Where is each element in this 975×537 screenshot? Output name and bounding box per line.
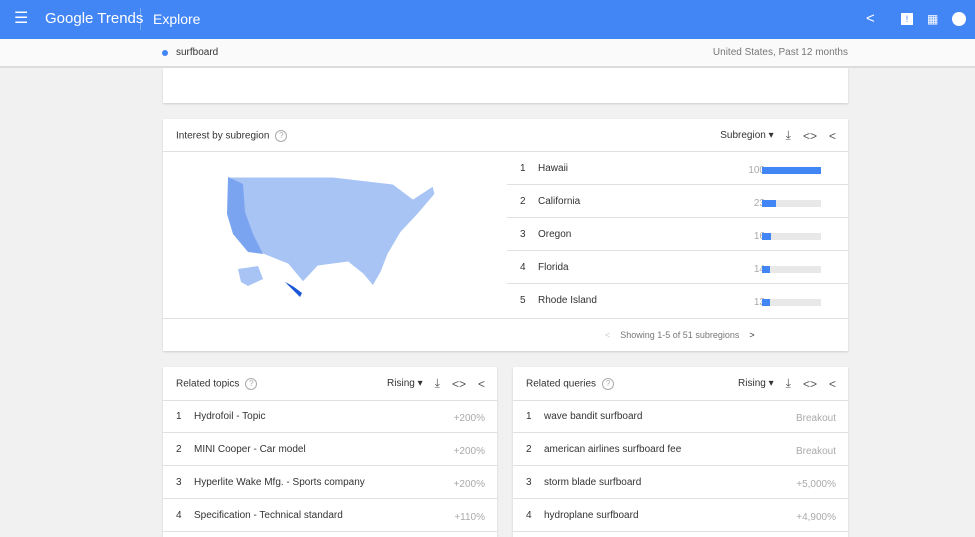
- rising-dropdown[interactable]: Rising ▾: [738, 378, 774, 389]
- rank: 2: [520, 196, 526, 207]
- search-term-bar: surfboard United States, Past 12 months: [0, 39, 975, 68]
- value-bar: [762, 200, 821, 207]
- term-color-dot: [162, 50, 168, 56]
- help-icon[interactable]: ?: [602, 378, 615, 390]
- page-title: Explore: [153, 11, 201, 27]
- embed-icon[interactable]: <>: [452, 377, 466, 391]
- search-context: United States, Past 12 months: [712, 47, 848, 58]
- query-name: wave bandit surfboard: [544, 411, 643, 422]
- interest-by-subregion-card: Interest by subregion? Subregion ▾ ⤓ <> …: [163, 119, 848, 351]
- value-bar: [762, 233, 821, 240]
- embed-icon[interactable]: <>: [803, 129, 817, 143]
- share-icon[interactable]: <: [478, 377, 485, 391]
- list-item[interactable]: 1 wave bandit surfboard Breakout: [513, 400, 848, 433]
- rank: 3: [526, 477, 532, 488]
- dropdown-label: Subregion: [720, 130, 766, 141]
- rank: 2: [526, 444, 532, 455]
- value: +5,000%: [796, 479, 836, 490]
- next-page-icon[interactable]: >: [749, 330, 754, 340]
- app-header: ☰ Google Trends Explore < ! ▦: [0, 0, 975, 39]
- feedback-icon[interactable]: !: [901, 13, 913, 25]
- rank: 3: [176, 477, 182, 488]
- rank: 2: [176, 444, 182, 455]
- rank: 4: [526, 510, 532, 521]
- download-icon[interactable]: ⤓: [786, 376, 791, 391]
- list-item[interactable]: 4 Specification - Technical standard +110%: [163, 499, 497, 532]
- list-item[interactable]: 1 Hydrofoil - Topic +200%: [163, 400, 497, 433]
- region-name: Florida: [538, 262, 569, 273]
- download-icon[interactable]: ⤓: [435, 376, 440, 391]
- region-name: Oregon: [538, 229, 572, 240]
- region-name: Hawaii: [538, 163, 569, 174]
- query-name: storm blade surfboard: [544, 477, 642, 488]
- subregion-dropdown[interactable]: Subregion ▾: [720, 130, 773, 141]
- list-item[interactable]: 4 Florida 14: [507, 251, 848, 284]
- list-item[interactable]: 4 hydroplane surfboard +4,900%: [513, 499, 848, 532]
- topic-name: Hyperlite Wake Mfg. - Sports company: [194, 477, 365, 488]
- list-item[interactable]: 3 Oregon 16: [507, 218, 848, 251]
- list-item[interactable]: 2 California 23: [507, 185, 848, 218]
- value: +4,900%: [796, 512, 836, 523]
- value: +200%: [453, 446, 485, 457]
- topic-name: Specification - Technical standard: [194, 510, 343, 521]
- value-bar: [762, 167, 821, 174]
- value-bar: [762, 299, 821, 306]
- query-name: american airlines surfboard fee: [544, 444, 682, 455]
- list-item[interactable]: 3 Hyperlite Wake Mfg. - Sports company +20…: [163, 466, 497, 499]
- embed-icon[interactable]: <>: [803, 377, 817, 391]
- us-map[interactable]: [223, 174, 473, 299]
- related-topics-card: Related topics? Rising ▾ ⤓ <> < 1 Hydrofo…: [163, 367, 497, 537]
- list-item[interactable]: 3 storm blade surfboard +5,000%: [513, 466, 848, 499]
- rank: 1: [520, 163, 526, 174]
- list-item[interactable]: 2 MINI Cooper - Car model +200%: [163, 433, 497, 466]
- related-queries-card: Related queries? Rising ▾ ⤓ <> < 1 wave b…: [513, 367, 848, 537]
- region-name: Rhode Island: [538, 295, 597, 306]
- dropdown-label: Rising: [738, 378, 766, 389]
- share-icon[interactable]: <: [829, 129, 836, 143]
- value: +200%: [453, 479, 485, 490]
- card-title: Interest by subregion: [176, 130, 270, 142]
- value: Breakout: [795, 446, 836, 457]
- rank: 3: [520, 229, 526, 240]
- download-icon[interactable]: ⤓: [786, 128, 791, 143]
- value-bar: [762, 266, 821, 273]
- pagination: < Showing 1-5 of 51 subregions >: [605, 330, 755, 340]
- value: +110%: [454, 512, 485, 523]
- rising-dropdown[interactable]: Rising ▾: [387, 378, 423, 389]
- help-icon[interactable]: ?: [245, 378, 258, 390]
- menu-icon[interactable]: ☰: [14, 11, 28, 27]
- apps-grid-icon[interactable]: ▦: [927, 10, 938, 28]
- rank: 4: [176, 510, 182, 521]
- pagination-text: Showing 1-5 of 51 subregions: [620, 330, 740, 340]
- card-title: Related topics: [176, 378, 240, 390]
- app-logo[interactable]: Google Trends: [45, 10, 143, 27]
- list-item[interactable]: 5 Rhode Island 13: [507, 284, 848, 317]
- topic-name: Hydrofoil - Topic: [194, 411, 266, 422]
- share-icon[interactable]: <: [829, 377, 836, 391]
- card-title: Related queries: [526, 378, 597, 390]
- top-card: [163, 68, 848, 103]
- help-icon[interactable]: ?: [275, 130, 288, 142]
- value: +200%: [453, 413, 485, 424]
- list-item[interactable]: 2 american airlines surfboard fee Breakout: [513, 433, 848, 466]
- account-avatar-icon[interactable]: [952, 12, 966, 26]
- value: Breakout: [795, 413, 836, 424]
- divider: [140, 8, 141, 30]
- rank: 4: [520, 262, 526, 273]
- search-term[interactable]: surfboard: [176, 47, 218, 58]
- rank: 1: [176, 411, 182, 422]
- rank: 5: [520, 295, 526, 306]
- topic-name: MINI Cooper - Car model: [194, 444, 306, 455]
- dropdown-label: Rising: [387, 378, 415, 389]
- query-name: hydroplane surfboard: [544, 510, 639, 521]
- list-item[interactable]: 1 Hawaii 100: [507, 152, 848, 185]
- region-name: California: [538, 196, 581, 207]
- share-icon[interactable]: <: [866, 10, 875, 28]
- rank: 1: [526, 411, 532, 422]
- prev-page-icon[interactable]: <: [605, 330, 610, 340]
